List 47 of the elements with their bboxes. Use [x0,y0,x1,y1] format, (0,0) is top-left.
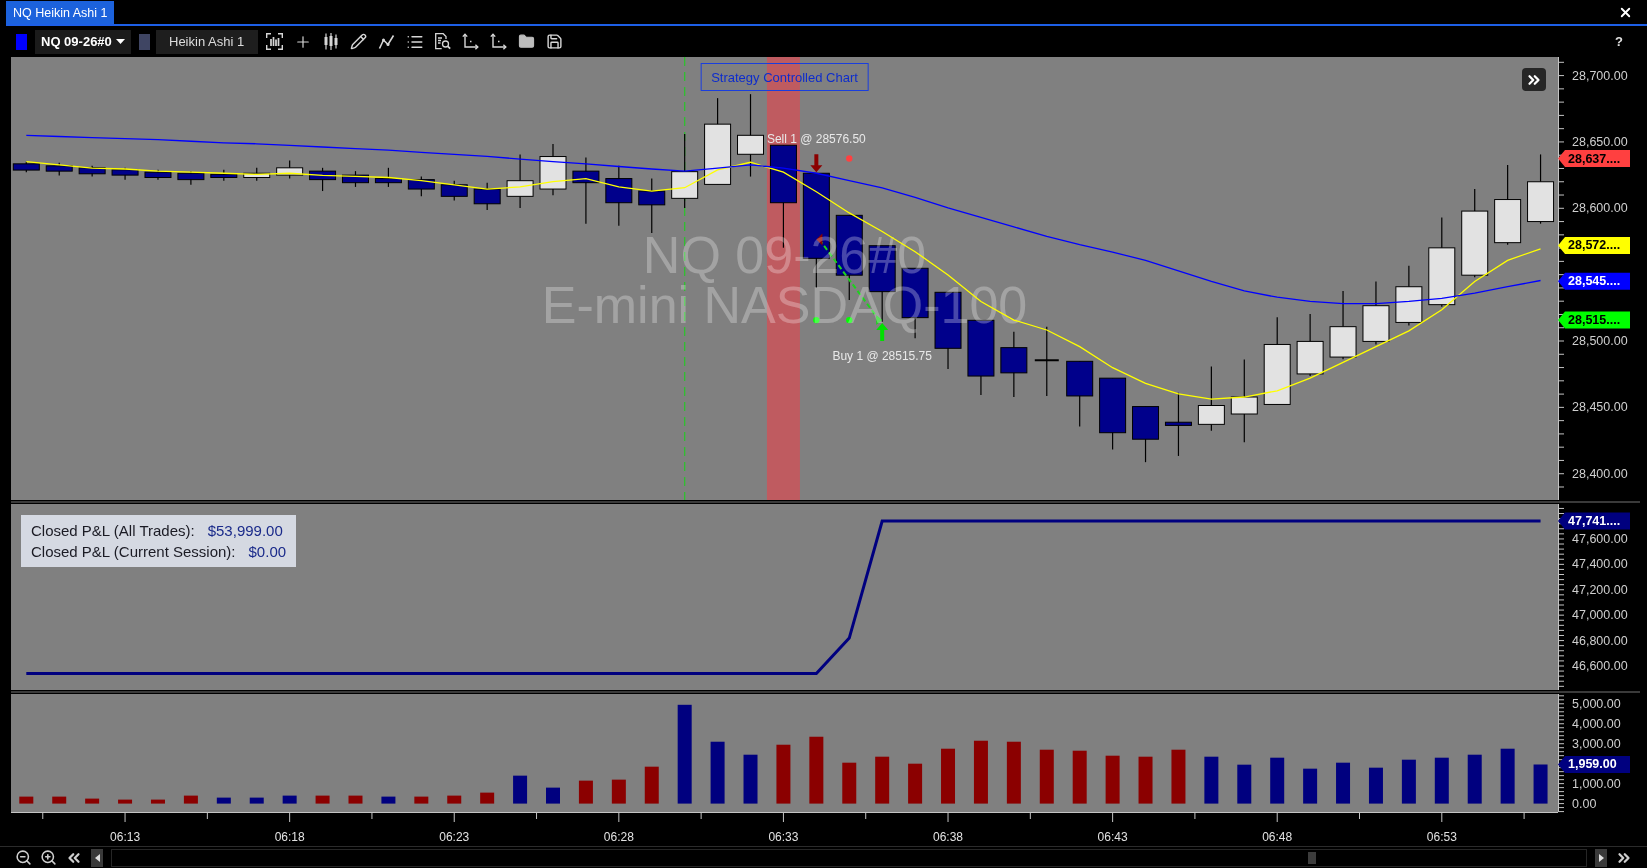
pnl-label: Closed P&L (Current Session): [31,542,236,561]
help-button[interactable]: ? [1613,34,1625,49]
pnl-value: $53,999.00 [207,521,283,540]
axis-label: 28,650.00 [1572,134,1628,149]
axis-arrows-icon[interactable] [462,33,479,50]
price-tag: 28,515.... [1558,311,1630,329]
axis-label: 28,600.00 [1572,201,1628,216]
chart-name-button[interactable]: Heikin Ashi 1 [156,29,258,54]
document-search-icon[interactable] [435,33,451,50]
axis-label: 47,200.00 [1572,582,1628,597]
chart-tab[interactable]: NQ Heikin Ashi 1 [6,1,115,24]
axis-label: 46,800.00 [1572,633,1628,648]
price-tag: 28,637.... [1558,150,1630,168]
candlestick-icon[interactable] [323,33,339,50]
zoom-out-icon[interactable] [15,849,32,866]
axis-label: 47,400.00 [1572,557,1628,572]
axis-label: 47,000.00 [1572,608,1628,623]
axis-label: 28,450.00 [1572,400,1628,415]
color-swatch-icon[interactable] [139,33,150,50]
price-tag: 28,572.... [1558,236,1630,254]
line-chart-icon[interactable] [378,33,395,50]
triangle-left-icon[interactable] [94,853,100,862]
scroll-left-button[interactable] [91,848,103,867]
symbol-dropdown[interactable]: NQ 09-26#0 [35,29,131,54]
strategy-label: Strategy Controlled Chart [700,63,869,91]
zoom-in-icon[interactable] [40,849,57,866]
scrollbar-thumb[interactable] [1308,851,1316,864]
axis-label: 28,700.00 [1572,68,1628,83]
save-icon[interactable] [546,33,563,50]
scrollbar[interactable] [111,848,1587,867]
pnl-label: Closed P&L (All Trades): [31,521,195,540]
axis-label: 28,500.00 [1572,334,1628,348]
triangle-right-icon[interactable] [1598,853,1604,862]
scroll-right-button[interactable] [1595,848,1607,867]
axis-arrows-icon[interactable] [490,33,507,50]
price-tag: 28,545.... [1558,272,1630,290]
axis-label: 47,600.00 [1572,531,1628,546]
caret-icon[interactable] [116,39,125,44]
bars-in-frame-icon[interactable] [266,33,283,50]
axis-label: 46,600.00 [1572,659,1628,673]
folder-icon[interactable] [518,33,535,50]
price-tag: 47,741.... [1558,512,1630,530]
axis-label: 28,400.00 [1572,466,1628,481]
pencil-icon[interactable] [350,33,367,50]
expand-button[interactable] [1522,68,1546,91]
color-swatch-icon[interactable] [16,33,27,50]
pnl-value: $0.00 [248,542,287,561]
